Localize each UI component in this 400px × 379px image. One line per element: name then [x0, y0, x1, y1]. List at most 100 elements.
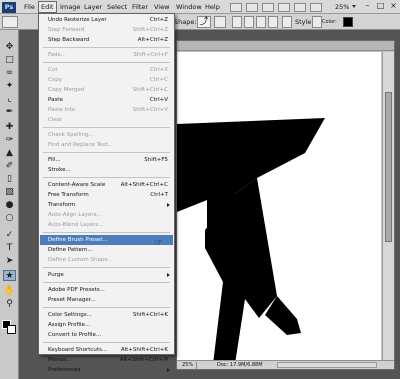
- background-color-swatch[interactable]: [7, 325, 16, 334]
- menu-item-auto-align-layers[interactable]: Auto-Align Layers...: [40, 210, 173, 220]
- menu-item-convert-to-profile[interactable]: Convert to Profile...: [40, 330, 173, 340]
- intersect-icon[interactable]: [256, 16, 266, 28]
- exclude-icon[interactable]: [268, 16, 278, 28]
- zoom-level[interactable]: 25%: [335, 1, 349, 13]
- vertical-scrollbar[interactable]: [382, 52, 394, 361]
- combine-icon[interactable]: [232, 16, 242, 28]
- zoom-tool-icon[interactable]: ⚲: [3, 299, 16, 310]
- menu-item-find-and-replace-text[interactable]: Find and Replace Text...: [40, 140, 173, 150]
- link-layer-icon[interactable]: [282, 16, 292, 28]
- menu-item-label: Define Brush Preset...: [48, 237, 108, 243]
- move-tool-icon[interactable]: ✥: [3, 42, 16, 53]
- menu-help[interactable]: Help: [203, 1, 222, 13]
- menu-edit[interactable]: Edit: [38, 1, 57, 13]
- menu-window[interactable]: Window: [174, 1, 204, 13]
- toolbox: ✥ □ ∞ ✦ ⌞ ✒ ✚ ✑ ▲ ✐ ▯ ▧ ● ○ ✓ T ➤ ★ ✋ ⚲: [0, 30, 19, 379]
- menu-item-fill[interactable]: Fill... Shift+F5: [40, 155, 173, 165]
- menu-item-copy-merged[interactable]: Copy Merged Shift+Ctrl+C: [40, 85, 173, 95]
- custom-shape-icon[interactable]: ★: [3, 270, 16, 281]
- horizontal-scrollbar[interactable]: [277, 362, 377, 368]
- menu-item-cut[interactable]: Cut Ctrl+X: [40, 65, 173, 75]
- extras-icon[interactable]: [262, 3, 274, 12]
- scroll-thumb[interactable]: [385, 92, 392, 242]
- menu-image[interactable]: Image: [58, 1, 82, 13]
- menu-item-define-custom-shape[interactable]: Define Custom Shape...: [40, 255, 173, 265]
- restore-icon[interactable]: □: [375, 1, 386, 12]
- dodge-icon[interactable]: ○: [3, 213, 16, 224]
- menu-item-transform[interactable]: Transform: [40, 200, 173, 210]
- menu-item-label: Define Pattern...: [48, 247, 93, 253]
- history-brush-icon[interactable]: ✐: [3, 161, 16, 172]
- menu-item-auto-blend-layers[interactable]: Auto-Blend Layers...: [40, 220, 173, 230]
- blur-icon[interactable]: ●: [3, 200, 16, 211]
- menu-item-purge[interactable]: Purge: [40, 270, 173, 280]
- hand-icon[interactable]: [294, 3, 306, 12]
- lasso-tool-icon[interactable]: ∞: [3, 68, 16, 79]
- canvas[interactable]: [177, 52, 381, 361]
- menu-item-label: Auto-Align Layers...: [48, 212, 102, 218]
- menu-item-label: Clear: [48, 117, 63, 123]
- menu-item-stroke[interactable]: Stroke...: [40, 165, 173, 175]
- magic-wand-icon[interactable]: ✦: [3, 81, 16, 92]
- healing-brush-icon[interactable]: ✚: [3, 122, 16, 133]
- menu-item-shortcut: Ctrl+Z: [149, 17, 168, 23]
- menu-item-fade[interactable]: Fade... Shift+Ctrl+F: [40, 50, 173, 60]
- shape-dropdown[interactable]: [214, 16, 226, 28]
- menu-item-copy[interactable]: Copy Ctrl+C: [40, 75, 173, 85]
- rotate-view-icon[interactable]: [310, 3, 322, 12]
- menu-item-content-aware-scale[interactable]: Content-Aware Scale Alt+Shift+Ctrl+C: [40, 180, 173, 190]
- menu-view[interactable]: View: [152, 1, 171, 13]
- subtract-icon[interactable]: [244, 16, 254, 28]
- minimize-icon[interactable]: –: [362, 1, 373, 12]
- type-tool-icon[interactable]: T: [3, 243, 16, 254]
- status-doc-size[interactable]: Doc: 17.9M/6.88M: [217, 362, 263, 369]
- menu-item-free-transform[interactable]: Free Transform Ctrl+T: [40, 190, 173, 200]
- shape-picker[interactable]: ⤴: [197, 16, 211, 28]
- menu-item-preset-manager[interactable]: Preset Manager...: [40, 295, 173, 305]
- menu-item-label: Step Forward: [48, 27, 85, 33]
- hand-tool-icon[interactable]: ✋: [3, 286, 16, 297]
- menu-layer[interactable]: Layer: [82, 1, 104, 13]
- menu-file[interactable]: File: [22, 1, 37, 13]
- minibridge-icon[interactable]: [246, 3, 258, 12]
- menu-item-label: Cut: [48, 67, 58, 73]
- menu-separator: [43, 62, 170, 63]
- document-window: 25% Doc: 17.9M/6.88M: [176, 40, 395, 370]
- status-zoom[interactable]: 25%: [182, 362, 198, 369]
- menu-select[interactable]: Select: [105, 1, 129, 13]
- menu-item-paste[interactable]: Paste Ctrl+V: [40, 95, 173, 105]
- gradient-icon[interactable]: ▧: [3, 187, 16, 198]
- bridge-icon[interactable]: [230, 3, 242, 12]
- shape-color-swatch[interactable]: [343, 17, 353, 27]
- menu-item-shortcut: Ctrl+C: [149, 77, 168, 83]
- style-picker[interactable]: [312, 16, 322, 28]
- menu-item-step-forward[interactable]: Step Forward Shift+Ctrl+Z: [40, 25, 173, 35]
- tool-preset-icon[interactable]: [2, 16, 18, 28]
- path-select-icon[interactable]: ➤: [3, 256, 16, 267]
- close-icon[interactable]: ×: [388, 1, 399, 12]
- menu-item-shortcut: Alt+Shift+Ctrl+M: [119, 357, 168, 363]
- pen-tool-icon[interactable]: ✓: [3, 230, 16, 241]
- marquee-tool-icon[interactable]: □: [3, 55, 16, 66]
- menu-item-keyboard-shortcuts[interactable]: Keyboard Shortcuts... Alt+Shift+Ctrl+K: [40, 345, 173, 355]
- eraser-icon[interactable]: ▯: [3, 174, 16, 185]
- zoom-level-icon[interactable]: [278, 3, 290, 12]
- eyedropper-icon[interactable]: ✒: [3, 107, 16, 118]
- menu-filter[interactable]: Filter: [130, 1, 150, 13]
- menu-item-color-settings[interactable]: Color Settings... Shift+Ctrl+K: [40, 310, 173, 320]
- document-titlebar[interactable]: [177, 41, 394, 51]
- chevron-down-icon[interactable]: [352, 5, 356, 8]
- menu-item-preferences[interactable]: Preferences: [40, 365, 173, 375]
- crop-tool-icon[interactable]: ⌞: [3, 94, 16, 105]
- menu-item-check-spelling[interactable]: Check Spelling...: [40, 130, 173, 140]
- menu-item-paste-into[interactable]: Paste Into Shift+Ctrl+V: [40, 105, 173, 115]
- menu-item-adobe-pdf-presets[interactable]: Adobe PDF Presets...: [40, 285, 173, 295]
- menu-item-undo-resterize-layer[interactable]: Undo Resterize Layer Ctrl+Z: [40, 15, 173, 25]
- menu-item-step-backward[interactable]: Step Backward Alt+Ctrl+Z: [40, 35, 173, 45]
- menu-item-clear[interactable]: Clear: [40, 115, 173, 125]
- brush-tool-icon[interactable]: ✑: [3, 135, 16, 146]
- menu-item-menus[interactable]: Menus... Alt+Shift+Ctrl+M: [40, 355, 173, 365]
- menu-item-label: Fade...: [48, 52, 67, 58]
- clone-stamp-icon[interactable]: ▲: [3, 148, 16, 159]
- menu-item-assign-profile[interactable]: Assign Profile...: [40, 320, 173, 330]
